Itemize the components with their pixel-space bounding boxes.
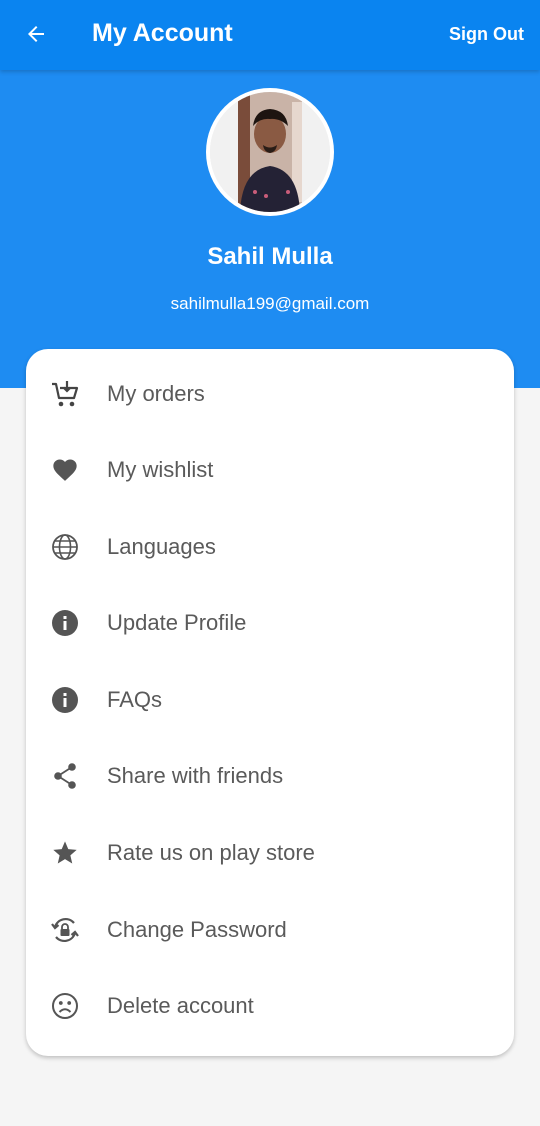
- menu-item-faqs[interactable]: FAQs: [26, 669, 514, 731]
- menu-item-my-wishlist[interactable]: My wishlist: [26, 439, 514, 501]
- sign-out-button[interactable]: Sign Out: [449, 24, 524, 45]
- menu-item-share-with-friends[interactable]: Share with friends: [26, 745, 514, 807]
- lock-reset-icon: [50, 915, 80, 945]
- menu-item-label: Share with friends: [107, 763, 284, 788]
- globe-icon: [50, 532, 80, 562]
- menu-item-rate-us[interactable]: Rate us on play store: [26, 822, 514, 884]
- menu-item-my-orders[interactable]: My orders: [26, 363, 514, 425]
- cart-download-icon: [50, 379, 80, 409]
- menu-item-label: Delete account: [107, 993, 254, 1018]
- menu-item-languages[interactable]: Languages: [26, 516, 514, 578]
- app-bar: My Account Sign Out: [0, 0, 540, 70]
- sad-face-icon: [50, 991, 80, 1021]
- heart-icon: [50, 455, 80, 485]
- menu-item-label: My wishlist: [107, 457, 214, 482]
- avatar[interactable]: [206, 88, 334, 216]
- menu-item-label: My orders: [107, 381, 205, 406]
- star-icon: [50, 838, 80, 868]
- menu-item-label: FAQs: [107, 687, 163, 712]
- avatar-photo: [210, 92, 330, 212]
- menu-item-label: Change Password: [107, 917, 287, 942]
- menu-item-change-password[interactable]: Change Password: [26, 899, 514, 961]
- user-name: Sahil Mulla: [207, 243, 333, 270]
- menu-item-label: Rate us on play store: [107, 840, 315, 865]
- info-icon: [50, 608, 80, 638]
- back-button[interactable]: [22, 20, 50, 48]
- share-icon: [50, 761, 80, 791]
- user-email: sahilmulla199@gmail.com: [170, 294, 370, 313]
- menu-item-update-profile[interactable]: Update Profile: [26, 592, 514, 654]
- menu-item-label: Update Profile: [107, 610, 247, 635]
- menu-item-delete-account[interactable]: Delete account: [26, 975, 514, 1037]
- page-title: My Account: [92, 19, 233, 47]
- arrow-left-icon: [28, 26, 44, 42]
- account-menu-card: My orders My wishlist Languages Update P…: [26, 349, 514, 1056]
- menu-item-label: Languages: [107, 534, 216, 559]
- info-icon: [50, 685, 80, 715]
